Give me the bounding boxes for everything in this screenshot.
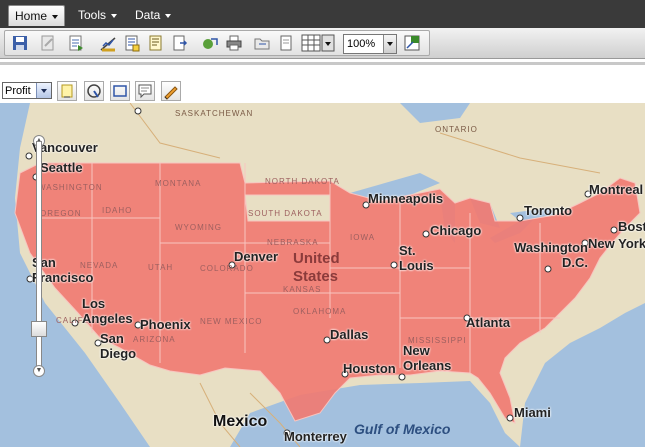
city-label: Phoenix	[140, 317, 191, 332]
city-label: Boston	[618, 219, 645, 234]
share-icon[interactable]	[201, 34, 219, 52]
state-label: OKLAHOMA	[293, 307, 347, 316]
toolbar: 100%	[0, 28, 645, 59]
page-setup-icon[interactable]	[123, 34, 141, 52]
send-icon[interactable]	[171, 34, 189, 52]
tab-home[interactable]: Home	[8, 5, 66, 26]
map-toolbar: Profit	[0, 65, 645, 103]
state-label: UTAH	[148, 263, 174, 272]
state-label: IDAHO	[102, 206, 133, 215]
city-label: Denver	[234, 249, 279, 264]
city-label: Mexico	[213, 413, 268, 430]
city-label: New York	[588, 236, 645, 251]
print-icon[interactable]	[225, 34, 243, 52]
state-label: NEBRASKA	[267, 238, 319, 247]
tab-tools[interactable]: Tools	[78, 5, 118, 25]
tab-home-label: Home	[15, 9, 48, 23]
state-label: NORTH DAKOTA	[265, 177, 340, 186]
measure-select-value: Profit	[5, 85, 31, 97]
zoom-select[interactable]: 100%	[343, 34, 397, 54]
city-label: Monterrey	[284, 429, 347, 444]
city-label: Toronto	[524, 203, 573, 218]
city-label: Chicago	[430, 223, 482, 238]
edit-pencil-icon[interactable]	[161, 81, 181, 101]
city-label: Miami	[514, 405, 551, 420]
notes-icon[interactable]	[147, 34, 165, 52]
state-label: COLORADO	[200, 264, 254, 273]
state-label: WASHINGTON	[38, 183, 103, 192]
toolbar-group: 100%	[4, 30, 430, 56]
export-document-icon[interactable]	[67, 34, 85, 52]
city-label: Dallas	[330, 327, 369, 342]
chevron-down-icon	[165, 13, 172, 18]
chevron-down-icon	[36, 83, 51, 98]
city-label: Los Angeles	[82, 296, 133, 326]
province-label: ONTARIO	[435, 125, 478, 134]
state-label: MONTANA	[155, 179, 202, 188]
save-icon[interactable]	[11, 34, 29, 52]
grid-layout-icon[interactable]	[301, 34, 335, 52]
fullscreen-icon[interactable]	[403, 34, 421, 52]
state-label: IOWA	[350, 233, 376, 242]
city-label: New Orleans	[403, 343, 452, 373]
menu-bar: Home Tools Data	[0, 0, 645, 28]
province-label: SASKATCHEWAN	[175, 109, 254, 118]
tab-data[interactable]: Data	[135, 5, 172, 25]
edit-document-icon[interactable]	[39, 34, 57, 52]
state-label: WYOMING	[175, 223, 222, 232]
country-label: United States	[293, 250, 340, 285]
state-label: OREGON	[40, 209, 82, 218]
chart-settings-icon[interactable]	[99, 34, 117, 52]
water-label: Gulf of Mexico	[354, 421, 451, 437]
zoom-handle[interactable]	[31, 321, 47, 337]
state-label: KANSAS	[283, 285, 322, 294]
chevron-down-icon	[52, 14, 59, 19]
state-label: SOUTH DAKOTA	[248, 209, 323, 218]
city-label: Seattle	[40, 160, 83, 175]
page-icon[interactable]	[277, 34, 295, 52]
map-view[interactable]: SASKATCHEWAN ONTARIO WASHINGTON MONTANA …	[0, 103, 645, 447]
lasso-select-icon[interactable]	[84, 81, 104, 101]
city-label: Washington D.C.	[514, 240, 588, 270]
chevron-down-icon	[383, 35, 396, 53]
chevron-down-icon	[111, 13, 118, 18]
city-label: Minneapolis	[368, 191, 444, 206]
folder-icon[interactable]	[253, 34, 271, 52]
highlighter-icon[interactable]	[57, 81, 77, 101]
tab-data-label: Data	[135, 8, 161, 22]
zoom-slider[interactable]: ▲ ▼	[30, 135, 47, 377]
measure-select[interactable]: Profit	[2, 82, 52, 99]
city-label: San Diego	[100, 331, 137, 361]
city-label: St. Louis	[399, 243, 434, 273]
city-label: Atlanta	[466, 315, 511, 330]
state-label: NEW MEXICO	[200, 317, 263, 326]
zoom-track[interactable]	[36, 141, 42, 373]
comment-icon[interactable]	[135, 81, 155, 101]
zoom-value: 100%	[347, 38, 376, 50]
city-label: Montreal	[589, 182, 644, 197]
zoom-out-icon[interactable]: ▼	[33, 365, 45, 377]
tab-tools-label: Tools	[78, 8, 107, 22]
city-label: Houston	[343, 361, 396, 376]
rectangle-select-icon[interactable]	[110, 81, 130, 101]
